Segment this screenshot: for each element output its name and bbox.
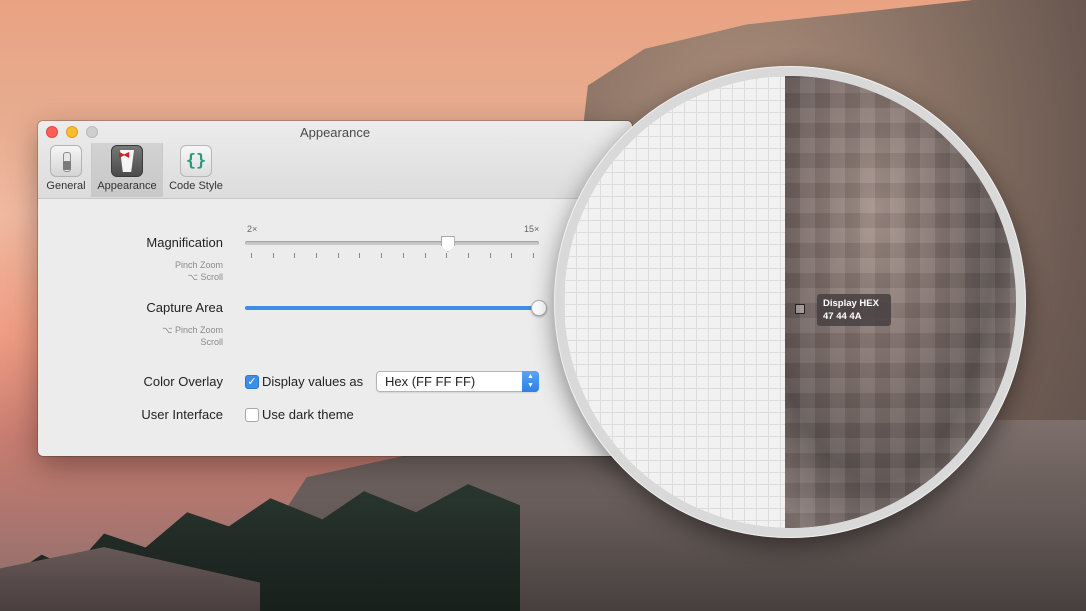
readout-title: Display HEX: [823, 298, 879, 309]
magnification-tick: [294, 253, 296, 258]
capture-area-slider[interactable]: [245, 306, 539, 310]
magnification-tick: [381, 253, 383, 258]
display-values-label[interactable]: Display values as: [262, 374, 363, 389]
window-titlebar: Appearance General Appearance {} Code St…: [38, 121, 632, 199]
display-values-checkbox[interactable]: ✓: [245, 375, 259, 389]
readout-value: 47 44 4A: [823, 311, 862, 322]
tab-appearance[interactable]: Appearance: [91, 143, 163, 197]
capture-area-hint-2: Scroll: [200, 337, 223, 347]
color-overlay-label: Color Overlay: [143, 374, 223, 389]
capture-area-hint-1: ⌥ Pinch Zoom: [162, 325, 223, 335]
magnification-slider[interactable]: [245, 241, 539, 245]
magnification-tick: [467, 253, 469, 258]
magnification-slider-knob[interactable]: [440, 236, 455, 252]
loupe-grid-area: [564, 76, 785, 528]
capture-area-slider-fill: [245, 306, 539, 310]
magnification-min-label: 2×: [247, 224, 258, 234]
magnification-tick: [316, 253, 318, 258]
magnification-tick: [489, 253, 491, 258]
color-format-select[interactable]: Hex (FF FF FF) ▲ ▼: [376, 371, 539, 392]
tab-code-style[interactable]: {} Code Style: [164, 143, 228, 197]
magnification-tick: [446, 253, 448, 258]
tab-code-style-label: Code Style: [169, 180, 223, 192]
magnification-tick: [402, 253, 404, 258]
braces-icon: {}: [180, 145, 212, 177]
tab-general[interactable]: General: [42, 143, 90, 197]
magnification-tick: [359, 253, 361, 258]
magnification-max-label: 15×: [524, 224, 540, 234]
magnification-hint-1: Pinch Zoom: [174, 260, 223, 270]
preferences-content: Magnification Pinch Zoom ⌥ Scroll 2× 15×…: [38, 199, 632, 456]
user-interface-label: User Interface: [141, 407, 223, 422]
magnification-label: Magnification: [146, 235, 223, 250]
capture-area-slider-knob[interactable]: [531, 300, 547, 316]
dark-theme-checkbox[interactable]: [245, 408, 259, 422]
magnification-tick: [251, 253, 252, 258]
magnifier-loupe[interactable]: Display HEX 47 44 4A: [554, 66, 1026, 538]
magnification-hint-2: ⌥ Scroll: [187, 272, 223, 282]
color-readout: Display HEX 47 44 4A: [817, 294, 891, 326]
updown-chevron-icon: ▲ ▼: [522, 371, 539, 392]
magnification-tick: [424, 253, 426, 258]
preferences-window: Appearance General Appearance {} Code St…: [38, 121, 632, 456]
magnification-tick: [511, 253, 513, 258]
dark-theme-label[interactable]: Use dark theme: [262, 407, 354, 422]
tuxedo-icon: [111, 145, 143, 177]
pixel-cursor: [795, 304, 805, 314]
color-format-selected: Hex (FF FF FF): [385, 374, 476, 389]
loupe-lens: Display HEX 47 44 4A: [564, 76, 1016, 528]
magnification-tick: [272, 253, 274, 258]
magnification-tick: [337, 253, 339, 258]
tab-general-label: General: [46, 180, 86, 192]
capture-area-label: Capture Area: [146, 300, 223, 315]
window-title: Appearance: [299, 125, 371, 140]
switch-icon: [50, 145, 82, 177]
magnification-ticks: [251, 253, 534, 259]
magnification-tick: [533, 253, 534, 258]
tab-appearance-label: Appearance: [97, 180, 157, 192]
